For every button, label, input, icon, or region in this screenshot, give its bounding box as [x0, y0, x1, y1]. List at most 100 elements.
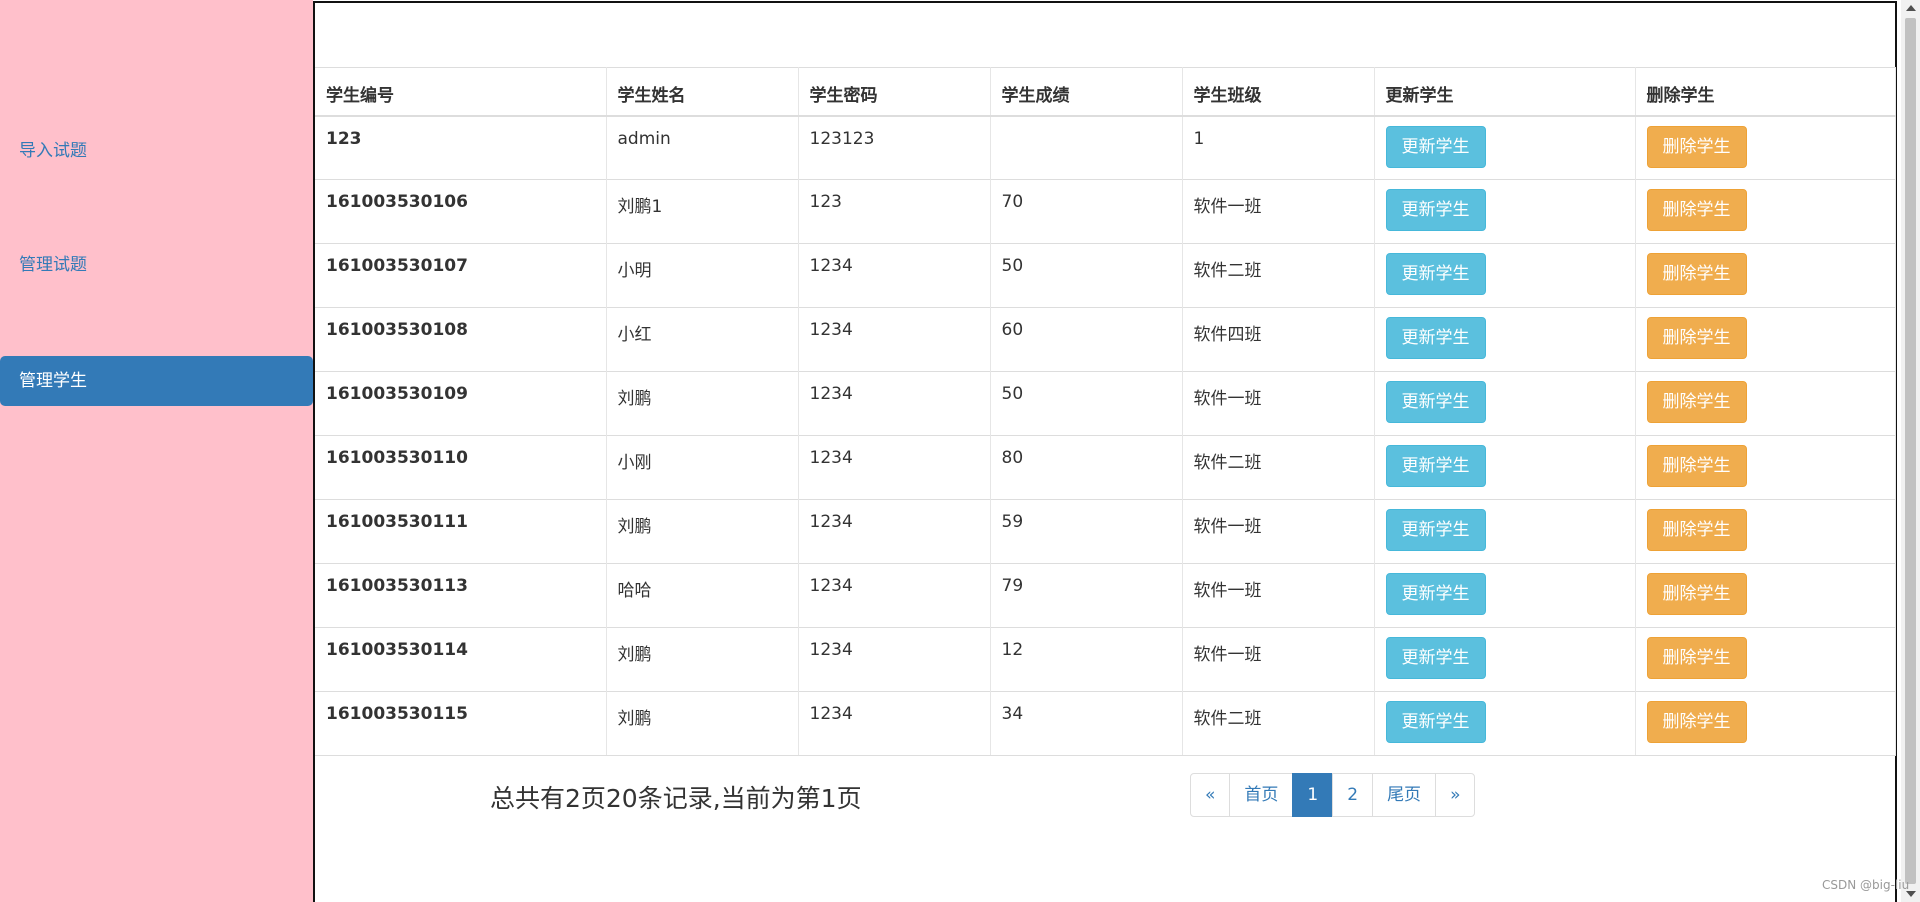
cell-update: 更新学生: [1374, 499, 1636, 564]
cell-student-password: 1234: [798, 627, 991, 692]
table-row: 161003530114 刘鹏 1234 12 软件一班 更新学生 删除学生: [315, 627, 1896, 692]
delete-student-button[interactable]: 删除学生: [1646, 701, 1747, 743]
update-student-button[interactable]: 更新学生: [1385, 125, 1486, 168]
cell-student-id: 161003530107: [315, 243, 607, 308]
sidebar-item-manage-questions[interactable]: 管理试题: [0, 240, 313, 290]
cell-delete: 删除学生: [1635, 563, 1896, 628]
delete-student-button[interactable]: 删除学生: [1646, 509, 1747, 551]
arrow-up-icon[interactable]: [1906, 5, 1916, 11]
header-student-password: 学生密码: [798, 67, 991, 117]
cell-student-password: 1234: [798, 243, 991, 308]
cell-student-class: 软件一班: [1182, 371, 1375, 436]
header-student-id: 学生编号: [315, 67, 607, 117]
cell-student-id: 161003530110: [315, 435, 607, 500]
cell-student-id: 161003530106: [315, 179, 607, 244]
cell-student-name: admin: [606, 115, 799, 180]
last-page-link[interactable]: 尾页: [1372, 773, 1437, 817]
cell-student-class: 软件二班: [1182, 691, 1375, 756]
table-row: 161003530111 刘鹏 1234 59 软件一班 更新学生 删除学生: [315, 499, 1896, 564]
prev-page-link[interactable]: «: [1190, 773, 1231, 817]
sidebar: 导入试题 管理试题 管理学生: [0, 0, 313, 902]
cell-update: 更新学生: [1374, 563, 1636, 628]
cell-student-password: 1234: [798, 435, 991, 500]
scrollbar-thumb[interactable]: [1905, 18, 1916, 884]
pagination: «首页 1 2 尾页»: [1190, 773, 1476, 817]
cell-student-score: 34: [990, 691, 1183, 756]
update-student-button[interactable]: 更新学生: [1385, 253, 1486, 295]
cell-student-name: 刘鹏: [606, 627, 799, 692]
cell-student-id: 161003530111: [315, 499, 607, 564]
cell-student-id: 161003530115: [315, 691, 607, 756]
update-student-button[interactable]: 更新学生: [1385, 445, 1486, 487]
cell-update: 更新学生: [1374, 435, 1636, 500]
delete-student-button[interactable]: 删除学生: [1646, 637, 1747, 679]
delete-student-button[interactable]: 删除学生: [1646, 445, 1747, 487]
first-page-link[interactable]: 首页: [1229, 773, 1294, 817]
header-delete-student: 删除学生: [1635, 67, 1896, 117]
cell-student-password: 1234: [798, 563, 991, 628]
header-student-score: 学生成绩: [990, 67, 1183, 117]
table-row: 161003530115 刘鹏 1234 34 软件二班 更新学生 删除学生: [315, 691, 1896, 756]
cell-student-password: 123: [798, 179, 991, 244]
cell-student-name: 刘鹏: [606, 371, 799, 436]
cell-student-id: 161003530109: [315, 371, 607, 436]
cell-student-score: 12: [990, 627, 1183, 692]
sidebar-item-import-questions[interactable]: 导入试题: [0, 126, 313, 176]
cell-student-class: 软件一班: [1182, 499, 1375, 564]
cell-student-class: 软件一班: [1182, 627, 1375, 692]
table-row: 123 admin 123123 1 更新学生 删除学生: [315, 115, 1896, 180]
update-student-button[interactable]: 更新学生: [1385, 381, 1486, 423]
cell-student-score: 70: [990, 179, 1183, 244]
cell-student-class: 1: [1182, 115, 1375, 180]
delete-student-button[interactable]: 删除学生: [1646, 381, 1747, 423]
cell-student-score: 50: [990, 243, 1183, 308]
cell-student-score: 59: [990, 499, 1183, 564]
cell-delete: 删除学生: [1635, 371, 1896, 436]
cell-delete: 删除学生: [1635, 307, 1896, 372]
cell-update: 更新学生: [1374, 691, 1636, 756]
update-student-button[interactable]: 更新学生: [1385, 573, 1486, 615]
update-student-button[interactable]: 更新学生: [1385, 637, 1486, 679]
cell-delete: 删除学生: [1635, 627, 1896, 692]
cell-delete: 删除学生: [1635, 691, 1896, 756]
cell-student-class: 软件四班: [1182, 307, 1375, 372]
table-row: 161003530108 小红 1234 60 软件四班 更新学生 删除学生: [315, 307, 1896, 372]
page-2-link[interactable]: 2: [1332, 773, 1374, 817]
table-row: 161003530113 哈哈 1234 79 软件一班 更新学生 删除学生: [315, 563, 1896, 628]
cell-student-password: 1234: [798, 307, 991, 372]
table-body: 123 admin 123123 1 更新学生 删除学生 161003530106 刘鹏1 12…: [315, 115, 1896, 756]
cell-student-score: 80: [990, 435, 1183, 500]
page-1-link[interactable]: 1: [1292, 773, 1334, 817]
cell-student-score: 60: [990, 307, 1183, 372]
delete-student-button[interactable]: 删除学生: [1646, 125, 1747, 168]
cell-student-id: 123: [315, 115, 607, 180]
cell-student-class: 软件二班: [1182, 243, 1375, 308]
sidebar-item-manage-students[interactable]: 管理学生: [0, 356, 313, 406]
cell-update: 更新学生: [1374, 307, 1636, 372]
cell-update: 更新学生: [1374, 627, 1636, 692]
cell-student-id: 161003530108: [315, 307, 607, 372]
update-student-button[interactable]: 更新学生: [1385, 509, 1486, 551]
cell-student-name: 小红: [606, 307, 799, 372]
header-update-student: 更新学生: [1374, 67, 1636, 117]
delete-student-button[interactable]: 删除学生: [1646, 253, 1747, 295]
cell-student-password: 1234: [798, 691, 991, 756]
vertical-scrollbar[interactable]: [1901, 0, 1920, 902]
table-row: 161003530109 刘鹏 1234 50 软件一班 更新学生 删除学生: [315, 371, 1896, 436]
cell-student-score: 79: [990, 563, 1183, 628]
delete-student-button[interactable]: 删除学生: [1646, 189, 1747, 231]
next-page-link[interactable]: »: [1435, 773, 1476, 817]
header-student-name: 学生姓名: [606, 67, 799, 117]
cell-delete: 删除学生: [1635, 243, 1896, 308]
delete-student-button[interactable]: 删除学生: [1646, 317, 1747, 359]
delete-student-button[interactable]: 删除学生: [1646, 573, 1747, 615]
cell-update: 更新学生: [1374, 115, 1636, 180]
cell-student-class: 软件一班: [1182, 563, 1375, 628]
cell-delete: 删除学生: [1635, 179, 1896, 244]
update-student-button[interactable]: 更新学生: [1385, 317, 1486, 359]
update-student-button[interactable]: 更新学生: [1385, 189, 1486, 231]
cell-delete: 删除学生: [1635, 115, 1896, 180]
table-row: 161003530107 小明 1234 50 软件二班 更新学生 删除学生: [315, 243, 1896, 308]
update-student-button[interactable]: 更新学生: [1385, 701, 1486, 743]
table-row: 161003530106 刘鹏1 123 70 软件一班 更新学生 删除学生: [315, 179, 1896, 244]
